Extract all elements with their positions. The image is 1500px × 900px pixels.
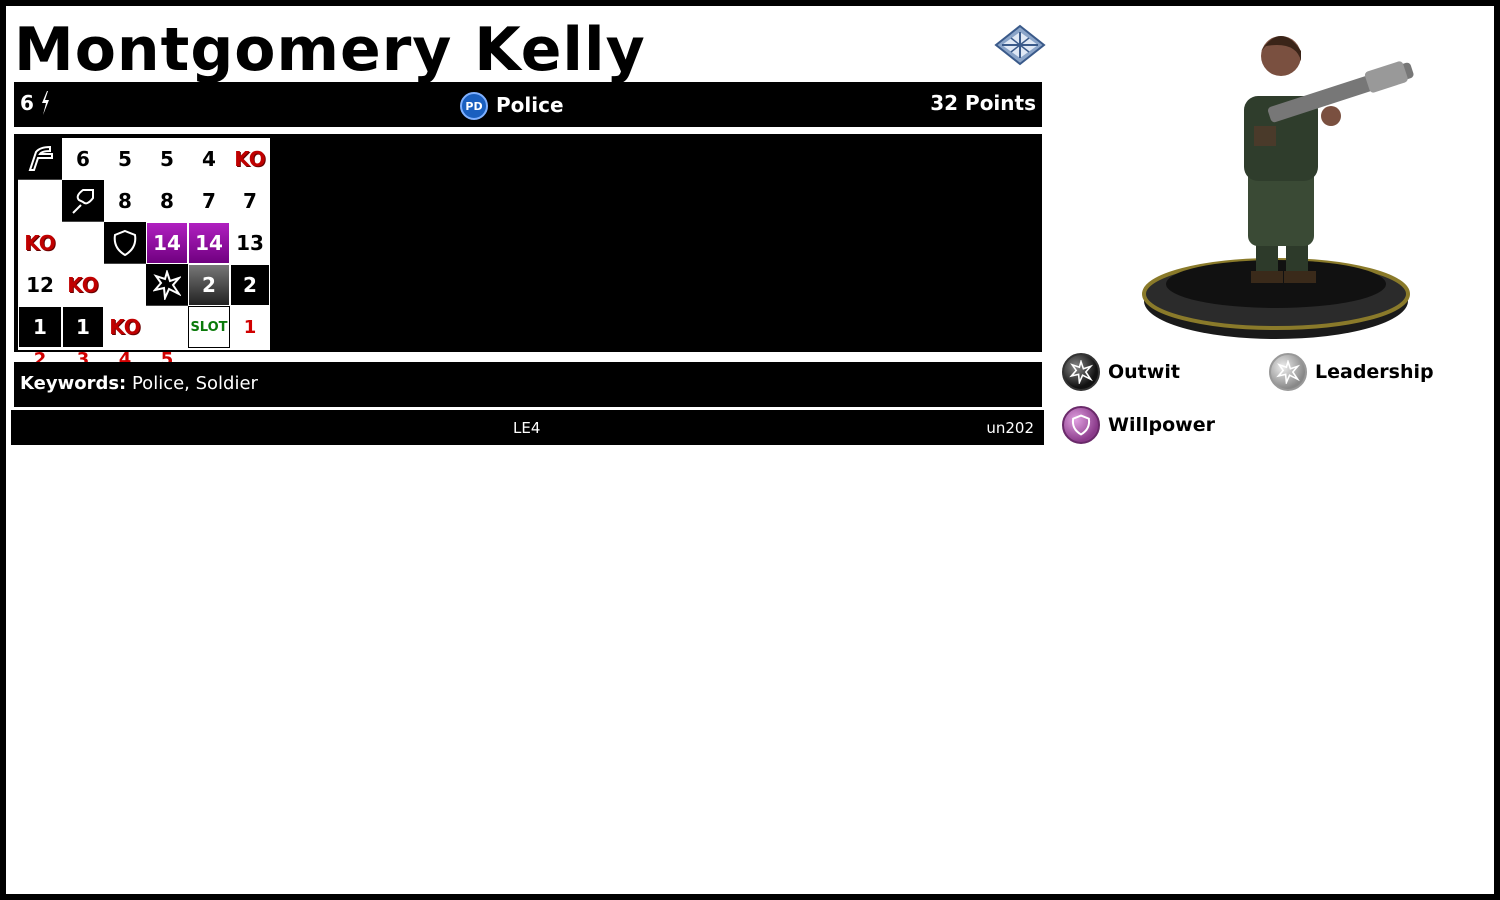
power-name: Willpower	[1108, 414, 1215, 436]
dial-spacer	[146, 306, 188, 348]
dial-value: 14	[147, 223, 187, 263]
dial-value: 2	[189, 265, 229, 305]
shield-icon	[1062, 406, 1100, 444]
dial-value: 8	[160, 189, 174, 213]
speed-icon	[18, 138, 62, 180]
dial-value: 13	[236, 231, 264, 255]
lightning-icon	[41, 91, 49, 115]
keywords-bar: Keywords: Police, Soldier	[14, 362, 1042, 407]
dial-value: 7	[243, 189, 257, 213]
dial-value: KO	[109, 315, 141, 339]
card-frame: Montgomery Kelly 6 PD Police 32 Points 6…	[6, 6, 1494, 894]
dial-value: KO	[67, 273, 99, 297]
power-outwit: Outwit	[1062, 353, 1180, 391]
dial-spacer	[18, 180, 62, 222]
set-code: LE4	[513, 419, 541, 437]
keywords-label: Keywords:	[20, 373, 127, 394]
burst-icon	[1062, 353, 1100, 391]
dial-area: 6 5 5 4 KO 8 8 7 7 KO 14 14 13 12 KO 2 2 1 1 KO SLOT 1 2 3 4 5	[14, 134, 1042, 370]
damage-icon	[146, 264, 188, 306]
power-name: Outwit	[1108, 361, 1180, 383]
dial-value: 4	[202, 147, 216, 171]
burst-icon	[1269, 353, 1307, 391]
slot-label: SLOT	[188, 306, 230, 348]
power-name: Leadership	[1315, 361, 1434, 383]
dial-value: 6	[76, 147, 90, 171]
power-willpower: Willpower	[1062, 406, 1215, 444]
combat-dial: 6 5 5 4 KO 8 8 7 7 KO 14 14 13 12 KO 2 2 1 1 KO SLOT 1 2 3 4 5	[18, 138, 270, 370]
character-name: Montgomery Kelly	[14, 15, 646, 85]
dial-value: 2	[231, 265, 269, 305]
team-name: Police	[496, 92, 564, 117]
dial-spacer	[62, 222, 104, 264]
rank-value: 6	[20, 91, 34, 115]
dial-value: 5	[118, 147, 132, 171]
dial-value: 1	[19, 307, 61, 347]
point-value: 32 Points	[930, 91, 1036, 115]
rank: 6	[20, 91, 50, 115]
dial-value: 7	[202, 189, 216, 213]
dial-value: 1	[63, 307, 103, 347]
dial-value: 5	[160, 147, 174, 171]
defense-icon	[104, 222, 146, 264]
slot-number: 1	[243, 316, 257, 338]
figure-image	[1142, 36, 1414, 339]
police-badge-icon: PD	[460, 92, 488, 120]
power-leadership: Leadership	[1269, 353, 1434, 391]
collector-id: un202	[986, 419, 1034, 437]
dial-value: 8	[118, 189, 132, 213]
header-bar: 6 PD Police 32 Points	[14, 82, 1042, 127]
dial-spacer	[104, 264, 146, 306]
dial-value: KO	[24, 231, 56, 255]
dial-value: 12	[26, 273, 54, 297]
keywords-list: Police, Soldier	[126, 373, 258, 394]
team: PD Police	[460, 89, 564, 120]
attack-icon	[62, 180, 104, 222]
dial-value: 14	[189, 223, 229, 263]
dial-value: KO	[234, 147, 266, 171]
footer-bar: LE4 un202	[11, 410, 1044, 445]
set-symbol-icon	[994, 24, 1046, 66]
